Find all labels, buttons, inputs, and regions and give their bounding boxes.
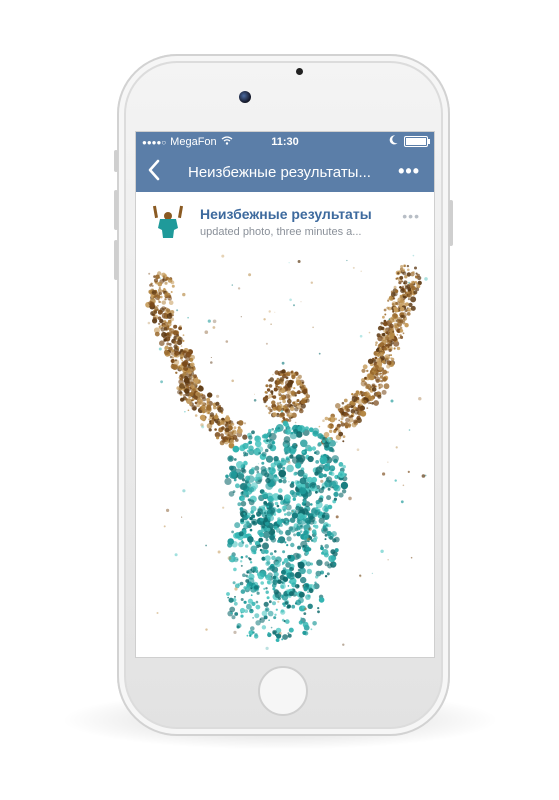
nav-more-button[interactable]: ••• [398, 162, 420, 180]
nav-bar: Неизбежные результаты... ••• [136, 152, 434, 192]
front-camera [239, 91, 251, 103]
chevron-left-icon [148, 159, 160, 181]
status-bar: ●●●●○ MegaFon 11:30 [136, 132, 434, 152]
volume-down-button [114, 240, 118, 280]
sensor-dot [296, 68, 303, 75]
phone-screen: ●●●●○ MegaFon 11:30 Неизбежные результат… [135, 131, 435, 658]
home-button[interactable] [258, 666, 308, 716]
nav-title: Неизбежные результаты... [188, 164, 371, 181]
avatar[interactable] [150, 204, 186, 240]
power-button [449, 200, 453, 246]
moon-icon [389, 135, 398, 148]
mute-switch [114, 150, 118, 172]
volume-up-button [114, 190, 118, 230]
post-subtitle: updated photo, three minutes a... [200, 226, 362, 238]
post-photo[interactable] [136, 248, 434, 657]
post-header: Неизбежные результаты updated photo, thr… [136, 194, 434, 246]
post-more-button[interactable]: ••• [402, 208, 420, 224]
back-button[interactable] [144, 159, 164, 183]
battery-icon [404, 136, 430, 147]
particle-person-image [145, 254, 428, 650]
post-author[interactable]: Неизбежные результаты [200, 206, 372, 222]
